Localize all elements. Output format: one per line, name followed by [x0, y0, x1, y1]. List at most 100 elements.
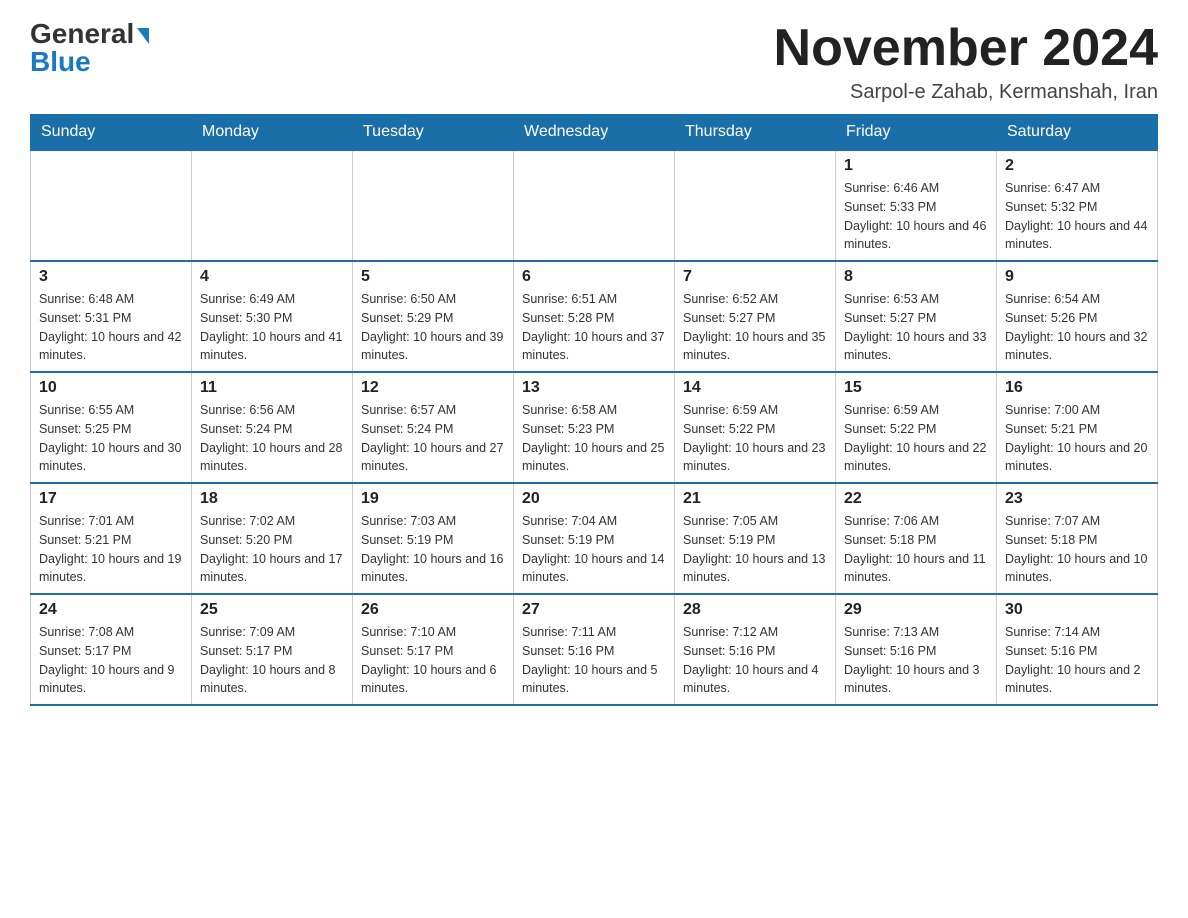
sun-info: Sunrise: 6:59 AMSunset: 5:22 PMDaylight:…: [683, 401, 827, 476]
sun-info: Sunrise: 7:01 AMSunset: 5:21 PMDaylight:…: [39, 512, 183, 587]
day-number: 20: [522, 490, 666, 508]
calendar-cell: 13 Sunrise: 6:58 AMSunset: 5:23 PMDaylig…: [514, 372, 675, 483]
sun-info: Sunrise: 7:08 AMSunset: 5:17 PMDaylight:…: [39, 623, 183, 698]
sun-info: Sunrise: 7:02 AMSunset: 5:20 PMDaylight:…: [200, 512, 344, 587]
day-number: 22: [844, 490, 988, 508]
sun-info: Sunrise: 6:58 AMSunset: 5:23 PMDaylight:…: [522, 401, 666, 476]
calendar-header-monday: Monday: [192, 115, 353, 151]
day-number: 8: [844, 268, 988, 286]
sun-info: Sunrise: 7:05 AMSunset: 5:19 PMDaylight:…: [683, 512, 827, 587]
day-number: 16: [1005, 379, 1149, 397]
calendar-cell: 15 Sunrise: 6:59 AMSunset: 5:22 PMDaylig…: [836, 372, 997, 483]
sun-info: Sunrise: 6:47 AMSunset: 5:32 PMDaylight:…: [1005, 179, 1149, 254]
sun-info: Sunrise: 7:04 AMSunset: 5:19 PMDaylight:…: [522, 512, 666, 587]
calendar-week-row: 1 Sunrise: 6:46 AMSunset: 5:33 PMDayligh…: [31, 150, 1158, 261]
calendar-header-friday: Friday: [836, 115, 997, 151]
sun-info: Sunrise: 6:57 AMSunset: 5:24 PMDaylight:…: [361, 401, 505, 476]
calendar-cell: [31, 150, 192, 261]
day-number: 24: [39, 601, 183, 619]
sun-info: Sunrise: 6:56 AMSunset: 5:24 PMDaylight:…: [200, 401, 344, 476]
day-number: 6: [522, 268, 666, 286]
calendar-cell: 10 Sunrise: 6:55 AMSunset: 5:25 PMDaylig…: [31, 372, 192, 483]
day-number: 4: [200, 268, 344, 286]
sun-info: Sunrise: 7:03 AMSunset: 5:19 PMDaylight:…: [361, 512, 505, 587]
day-number: 9: [1005, 268, 1149, 286]
day-number: 5: [361, 268, 505, 286]
sun-info: Sunrise: 6:48 AMSunset: 5:31 PMDaylight:…: [39, 290, 183, 365]
day-number: 26: [361, 601, 505, 619]
logo-general-text: General: [30, 20, 134, 48]
sun-info: Sunrise: 6:54 AMSunset: 5:26 PMDaylight:…: [1005, 290, 1149, 365]
day-number: 25: [200, 601, 344, 619]
calendar-cell: 26 Sunrise: 7:10 AMSunset: 5:17 PMDaylig…: [353, 594, 514, 705]
calendar-cell: 3 Sunrise: 6:48 AMSunset: 5:31 PMDayligh…: [31, 261, 192, 372]
calendar-header-row: SundayMondayTuesdayWednesdayThursdayFrid…: [31, 115, 1158, 151]
calendar-cell: 11 Sunrise: 6:56 AMSunset: 5:24 PMDaylig…: [192, 372, 353, 483]
calendar-week-row: 10 Sunrise: 6:55 AMSunset: 5:25 PMDaylig…: [31, 372, 1158, 483]
calendar-cell: 23 Sunrise: 7:07 AMSunset: 5:18 PMDaylig…: [997, 483, 1158, 594]
calendar-cell: 5 Sunrise: 6:50 AMSunset: 5:29 PMDayligh…: [353, 261, 514, 372]
sun-info: Sunrise: 7:06 AMSunset: 5:18 PMDaylight:…: [844, 512, 988, 587]
day-number: 1: [844, 157, 988, 175]
calendar-cell: [353, 150, 514, 261]
day-number: 15: [844, 379, 988, 397]
calendar-cell: 19 Sunrise: 7:03 AMSunset: 5:19 PMDaylig…: [353, 483, 514, 594]
calendar-table: SundayMondayTuesdayWednesdayThursdayFrid…: [30, 114, 1158, 706]
sun-info: Sunrise: 6:50 AMSunset: 5:29 PMDaylight:…: [361, 290, 505, 365]
calendar-cell: 8 Sunrise: 6:53 AMSunset: 5:27 PMDayligh…: [836, 261, 997, 372]
logo-blue-text: Blue: [30, 48, 91, 76]
sun-info: Sunrise: 7:07 AMSunset: 5:18 PMDaylight:…: [1005, 512, 1149, 587]
sun-info: Sunrise: 7:09 AMSunset: 5:17 PMDaylight:…: [200, 623, 344, 698]
day-number: 19: [361, 490, 505, 508]
sun-info: Sunrise: 6:59 AMSunset: 5:22 PMDaylight:…: [844, 401, 988, 476]
day-number: 12: [361, 379, 505, 397]
day-number: 29: [844, 601, 988, 619]
day-number: 23: [1005, 490, 1149, 508]
calendar-cell: 22 Sunrise: 7:06 AMSunset: 5:18 PMDaylig…: [836, 483, 997, 594]
sun-info: Sunrise: 7:12 AMSunset: 5:16 PMDaylight:…: [683, 623, 827, 698]
page-header: General Blue November 2024 Sarpol-e Zaha…: [30, 20, 1158, 104]
day-number: 3: [39, 268, 183, 286]
calendar-cell: 1 Sunrise: 6:46 AMSunset: 5:33 PMDayligh…: [836, 150, 997, 261]
day-number: 13: [522, 379, 666, 397]
calendar-header-sunday: Sunday: [31, 115, 192, 151]
calendar-cell: 20 Sunrise: 7:04 AMSunset: 5:19 PMDaylig…: [514, 483, 675, 594]
calendar-week-row: 17 Sunrise: 7:01 AMSunset: 5:21 PMDaylig…: [31, 483, 1158, 594]
title-block: November 2024 Sarpol-e Zahab, Kermanshah…: [774, 20, 1158, 104]
calendar-cell: 2 Sunrise: 6:47 AMSunset: 5:32 PMDayligh…: [997, 150, 1158, 261]
calendar-cell: 6 Sunrise: 6:51 AMSunset: 5:28 PMDayligh…: [514, 261, 675, 372]
calendar-cell: 16 Sunrise: 7:00 AMSunset: 5:21 PMDaylig…: [997, 372, 1158, 483]
calendar-cell: 18 Sunrise: 7:02 AMSunset: 5:20 PMDaylig…: [192, 483, 353, 594]
calendar-header-saturday: Saturday: [997, 115, 1158, 151]
day-number: 27: [522, 601, 666, 619]
calendar-cell: [192, 150, 353, 261]
day-number: 18: [200, 490, 344, 508]
day-number: 2: [1005, 157, 1149, 175]
calendar-week-row: 3 Sunrise: 6:48 AMSunset: 5:31 PMDayligh…: [31, 261, 1158, 372]
calendar-cell: 21 Sunrise: 7:05 AMSunset: 5:19 PMDaylig…: [675, 483, 836, 594]
sun-info: Sunrise: 6:55 AMSunset: 5:25 PMDaylight:…: [39, 401, 183, 476]
calendar-cell: 9 Sunrise: 6:54 AMSunset: 5:26 PMDayligh…: [997, 261, 1158, 372]
sun-info: Sunrise: 6:53 AMSunset: 5:27 PMDaylight:…: [844, 290, 988, 365]
sun-info: Sunrise: 6:46 AMSunset: 5:33 PMDaylight:…: [844, 179, 988, 254]
calendar-week-row: 24 Sunrise: 7:08 AMSunset: 5:17 PMDaylig…: [31, 594, 1158, 705]
day-number: 17: [39, 490, 183, 508]
day-number: 11: [200, 379, 344, 397]
calendar-cell: [675, 150, 836, 261]
calendar-cell: 17 Sunrise: 7:01 AMSunset: 5:21 PMDaylig…: [31, 483, 192, 594]
sun-info: Sunrise: 7:13 AMSunset: 5:16 PMDaylight:…: [844, 623, 988, 698]
sun-info: Sunrise: 6:51 AMSunset: 5:28 PMDaylight:…: [522, 290, 666, 365]
calendar-cell: 7 Sunrise: 6:52 AMSunset: 5:27 PMDayligh…: [675, 261, 836, 372]
calendar-cell: 28 Sunrise: 7:12 AMSunset: 5:16 PMDaylig…: [675, 594, 836, 705]
calendar-header-tuesday: Tuesday: [353, 115, 514, 151]
location-subtitle: Sarpol-e Zahab, Kermanshah, Iran: [774, 81, 1158, 104]
sun-info: Sunrise: 7:00 AMSunset: 5:21 PMDaylight:…: [1005, 401, 1149, 476]
calendar-cell: 30 Sunrise: 7:14 AMSunset: 5:16 PMDaylig…: [997, 594, 1158, 705]
day-number: 7: [683, 268, 827, 286]
sun-info: Sunrise: 6:52 AMSunset: 5:27 PMDaylight:…: [683, 290, 827, 365]
day-number: 14: [683, 379, 827, 397]
calendar-header-wednesday: Wednesday: [514, 115, 675, 151]
calendar-cell: 12 Sunrise: 6:57 AMSunset: 5:24 PMDaylig…: [353, 372, 514, 483]
month-title: November 2024: [774, 20, 1158, 77]
logo: General Blue: [30, 20, 149, 76]
